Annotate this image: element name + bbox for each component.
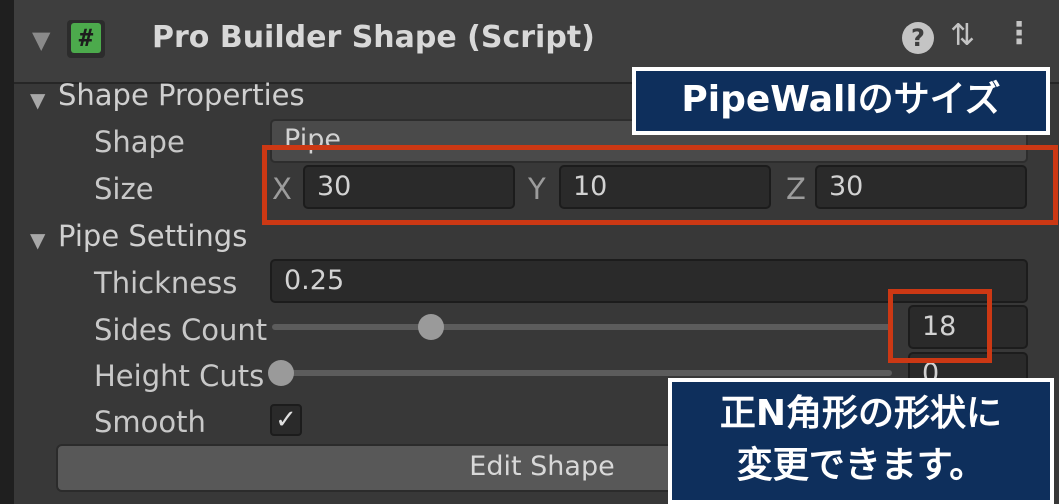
pipe-settings-foldout[interactable]: Pipe Settings <box>58 219 247 253</box>
height-cuts-slider-knob[interactable] <box>268 360 294 386</box>
size-callout: PipeWallのサイズ <box>632 67 1050 135</box>
foldout-arrow-icon[interactable]: ▼ <box>30 228 45 252</box>
sides-callout: 正N角形の形状に 変更できます。 <box>668 378 1054 504</box>
sides-count-label: Sides Count <box>94 313 268 347</box>
height-cuts-slider-track[interactable] <box>272 370 892 376</box>
inspector-left-edge <box>0 0 14 504</box>
help-icon[interactable]: ? <box>902 22 934 54</box>
collapse-arrow-icon[interactable]: ▼ <box>32 26 50 54</box>
shape-label: Shape <box>94 125 185 159</box>
size-label: Size <box>94 172 154 206</box>
script-icon: # <box>67 20 105 58</box>
height-cuts-label: Height Cuts <box>94 359 265 393</box>
sides-count-slider-track[interactable] <box>272 324 892 330</box>
sides-callout-line2: 変更できます。 <box>736 445 986 486</box>
size-highlight-box <box>262 145 1058 225</box>
sides-count-highlight-box <box>888 289 992 363</box>
shape-properties-foldout[interactable]: Shape Properties <box>58 78 305 112</box>
thickness-label: Thickness <box>94 266 238 300</box>
sides-count-slider-knob[interactable] <box>418 314 444 340</box>
foldout-arrow-icon[interactable]: ▼ <box>30 88 45 112</box>
component-title: Pro Builder Shape (Script) <box>152 20 595 55</box>
presets-icon[interactable]: ⇅ <box>950 18 975 53</box>
smooth-label: Smooth <box>94 405 206 439</box>
sides-callout-line1: 正N角形の形状に <box>719 393 1003 434</box>
context-menu-icon[interactable]: ⋮ <box>1004 16 1034 51</box>
smooth-checkbox[interactable]: ✓ <box>270 404 302 436</box>
